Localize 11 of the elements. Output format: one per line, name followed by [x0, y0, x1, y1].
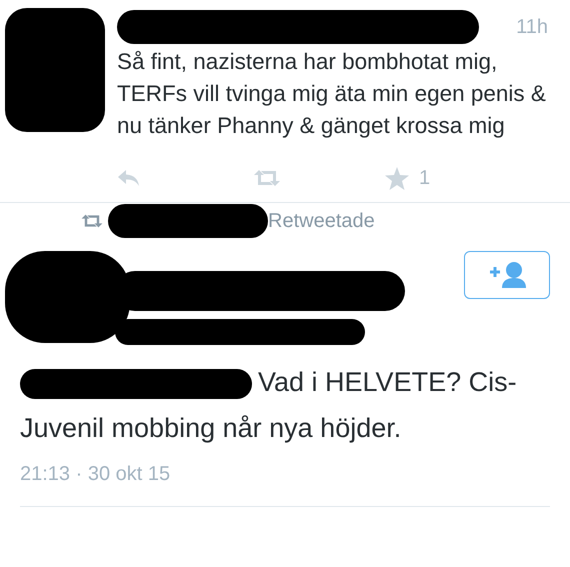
reply-icon[interactable] [117, 169, 141, 187]
favorite-count: 1 [419, 166, 430, 190]
tweet-text: Vad i HELVETE? Cis-Juvenil mobbing når nya höjder. [20, 366, 518, 445]
retweet-icon [80, 212, 104, 230]
star-icon[interactable] [385, 166, 409, 190]
retweet-icon[interactable] [252, 169, 282, 187]
follow-button[interactable] [464, 251, 550, 299]
tweet-timestamp: 21:13 · 30 okt 15 [20, 463, 172, 486]
tweet-text: Så fint, nazisterna har bombhotat mig, TERFs vill tvinga mig äta min egen penis & nu tänker Phanny & gänget krossa mig [117, 48, 547, 140]
tweet-time: 11h [516, 16, 549, 38]
retweeted-label: Retweetade [268, 210, 375, 232]
